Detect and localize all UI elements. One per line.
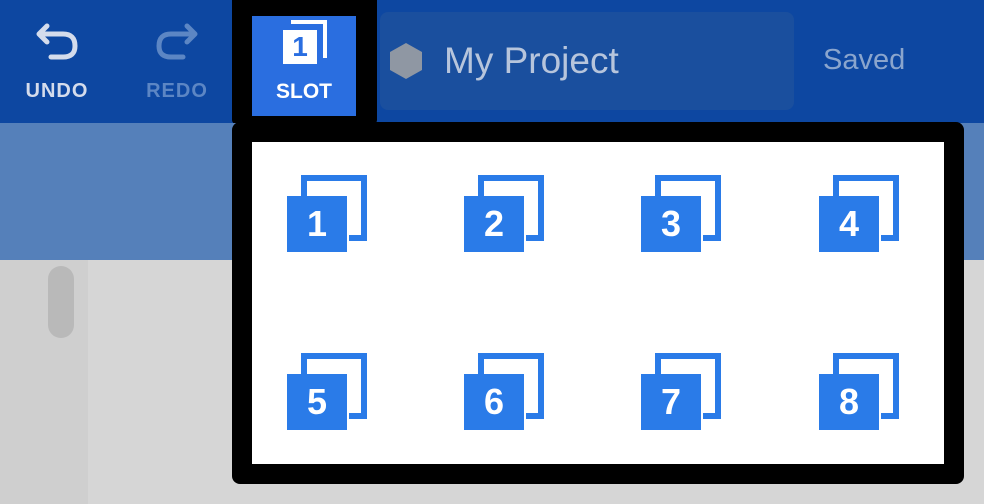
- left-panel: [0, 260, 88, 504]
- slot-label: SLOT: [276, 80, 332, 103]
- slot-option-number: 4: [838, 203, 860, 244]
- undo-label: UNDO: [25, 80, 89, 102]
- slot-option-6[interactable]: 6: [464, 352, 544, 432]
- redo-button[interactable]: REDO: [132, 14, 222, 104]
- slot-option-1[interactable]: 1: [287, 174, 367, 254]
- redo-label: REDO: [146, 80, 208, 102]
- undo-button[interactable]: UNDO: [12, 14, 102, 104]
- top-toolbar: UNDO REDO 1 SLOT My Project Saved: [0, 0, 984, 124]
- save-status: Saved: [823, 44, 906, 76]
- slot-option-number: 3: [660, 203, 682, 244]
- scrollbar-handle[interactable]: [48, 266, 74, 338]
- current-slot-number: 1: [292, 31, 308, 62]
- slot-menu: 1 2 3 4 5 6 7 8: [252, 142, 944, 464]
- project-name-field[interactable]: My Project: [380, 12, 794, 110]
- slot-option-number: 6: [483, 381, 505, 422]
- hexagon-icon: [390, 43, 422, 79]
- slot-option-3[interactable]: 3: [641, 174, 721, 254]
- slot-option-number: 1: [306, 203, 328, 244]
- slot-option-number: 5: [306, 381, 328, 422]
- redo-icon: [156, 23, 198, 60]
- undo-icon: [36, 23, 78, 60]
- slot-option-4[interactable]: 4: [819, 174, 899, 254]
- project-name: My Project: [444, 40, 619, 81]
- slot-option-7[interactable]: 7: [641, 352, 721, 432]
- slot-option-2[interactable]: 2: [464, 174, 544, 254]
- slot-button[interactable]: 1 SLOT: [252, 16, 356, 116]
- slot-option-number: 8: [838, 381, 860, 422]
- slot-option-8[interactable]: 8: [819, 352, 899, 432]
- slot-option-number: 7: [660, 381, 682, 422]
- slot-option-5[interactable]: 5: [287, 352, 367, 432]
- slot-option-number: 2: [483, 203, 505, 244]
- slot-icon: 1: [279, 18, 329, 68]
